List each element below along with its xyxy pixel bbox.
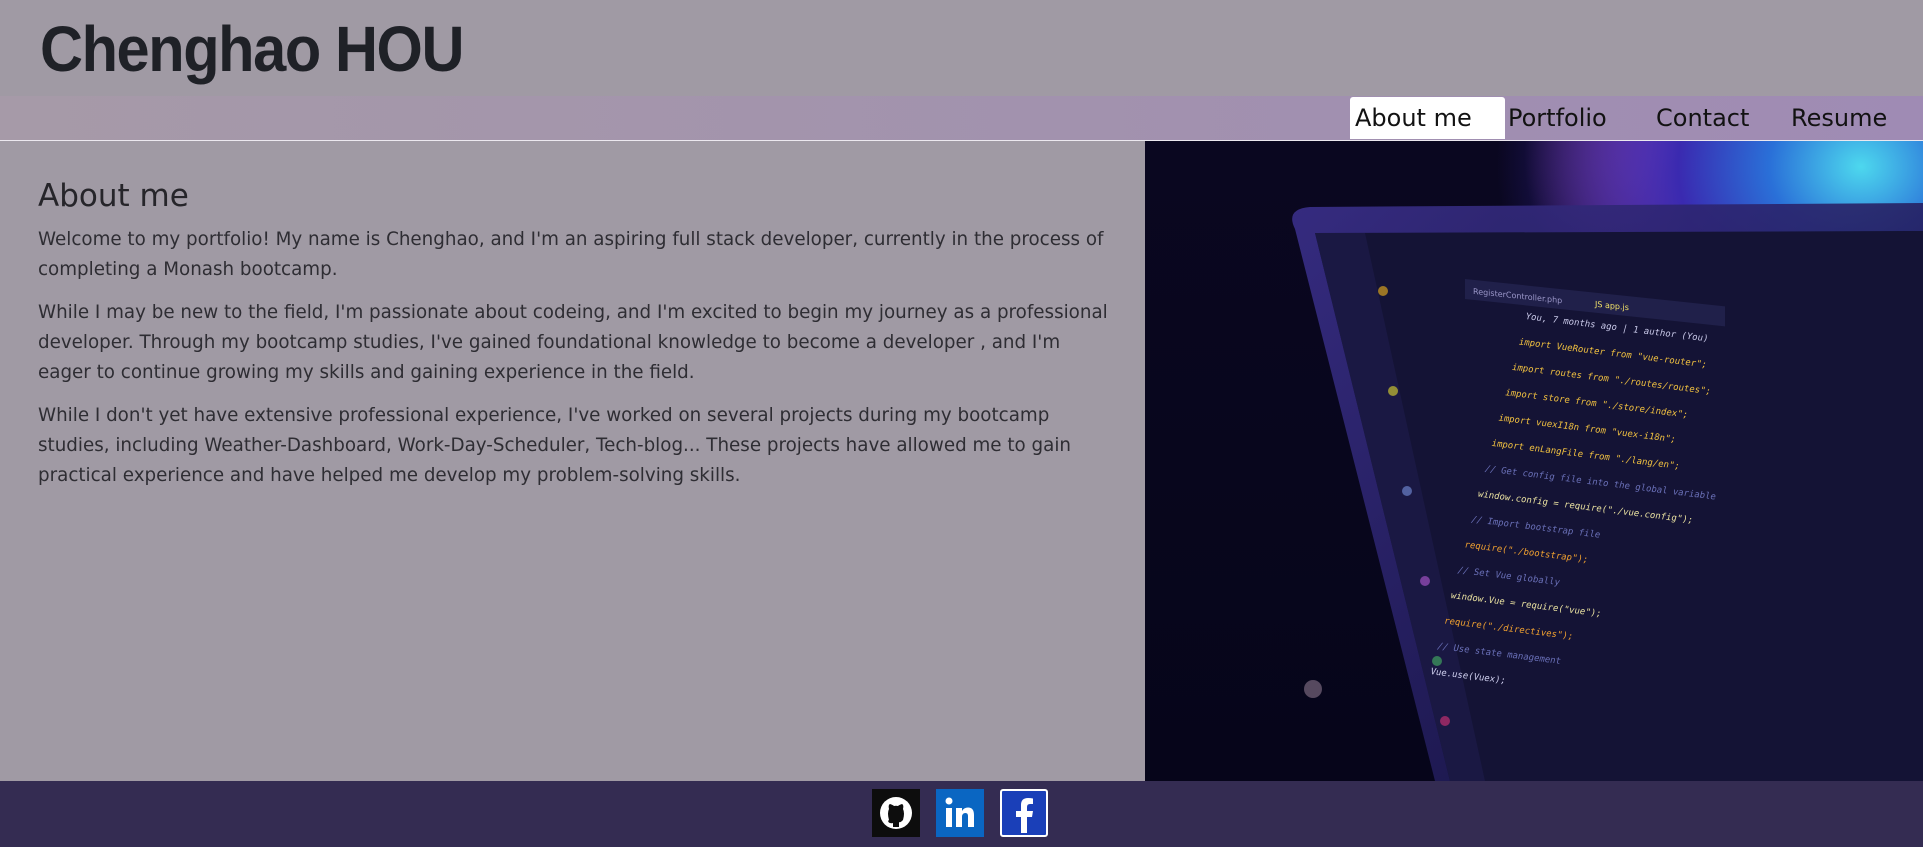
about-paragraphs: Welcome to my portfolio! My name is Chen… bbox=[38, 225, 1118, 504]
about-paragraph-projects: While I don't yet have extensive profess… bbox=[38, 405, 1071, 486]
about-section: About me Welcome to my portfolio! My nam… bbox=[0, 141, 1145, 781]
nav-item-resume[interactable]: Resume bbox=[1786, 97, 1896, 139]
nav-item-contact[interactable]: Contact bbox=[1651, 97, 1761, 139]
laptop-code-illustration: RegisterController.php JS app.js You, 7 … bbox=[1292, 203, 1923, 781]
site-footer bbox=[0, 781, 1923, 847]
about-paragraph-passion: While I may be new to the field, I'm pas… bbox=[38, 302, 1108, 383]
facebook-icon bbox=[1000, 789, 1048, 837]
facebook-link[interactable] bbox=[1000, 789, 1048, 837]
github-icon bbox=[872, 789, 920, 837]
main-navbar: About me Portfolio Contact Resume bbox=[0, 96, 1923, 141]
about-paragraph-intro: Welcome to my portfolio! My name is Chen… bbox=[38, 229, 1104, 280]
github-link[interactable] bbox=[872, 789, 920, 837]
linkedin-link[interactable] bbox=[936, 789, 984, 837]
main-content: About me Welcome to my portfolio! My nam… bbox=[0, 141, 1923, 781]
hero-laptop-code-image: RegisterController.php JS app.js You, 7 … bbox=[1145, 141, 1923, 781]
nav-item-about-me[interactable]: About me bbox=[1350, 97, 1505, 139]
site-title: Chenghao HOU bbox=[40, 13, 464, 85]
linkedin-icon bbox=[936, 789, 984, 837]
about-heading: About me bbox=[38, 178, 189, 214]
site-header: Chenghao HOU bbox=[0, 0, 1923, 96]
nav-item-portfolio[interactable]: Portfolio bbox=[1503, 97, 1613, 139]
